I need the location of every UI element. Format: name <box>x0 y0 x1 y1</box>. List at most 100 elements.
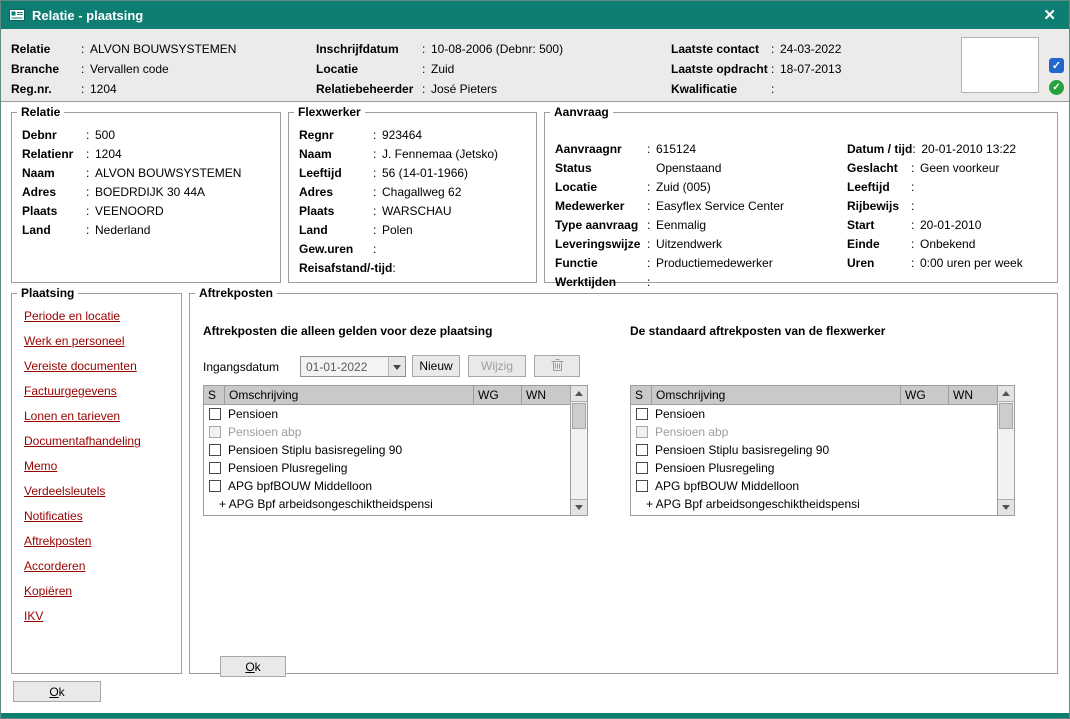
flexwerker-fields: Regnr : 923464 Naam : J. Fennemaa (Jetsk… <box>289 119 536 277</box>
field-value: Productiemedewerker <box>656 256 773 270</box>
aftrekpost-row[interactable]: Pensioen Stiplu basisregeling 90 <box>631 441 997 459</box>
field-value: BOEDRDIJK 30 44A <box>95 185 205 199</box>
field-label: Gew.uren <box>299 242 373 256</box>
aftrekpost-row[interactable]: + APG Bpf arbeidsongeschiktheidspensi <box>631 495 997 513</box>
plaatsing-nav-link[interactable]: Accorderen <box>24 559 85 573</box>
plaatsing-nav-link[interactable]: Kopiëren <box>24 584 72 598</box>
plaatsing-nav-link[interactable]: Werk en personeel <box>24 334 125 348</box>
field-label: Plaats <box>22 204 86 218</box>
aftrekpost-row[interactable]: Pensioen abp <box>631 423 997 441</box>
field-label: Laatste contact <box>671 42 771 56</box>
field-value: Easyflex Service Center <box>656 199 784 213</box>
plaatsing-aftrekposten-heading: Aftrekposten die alleen gelden voor deze… <box>203 324 492 338</box>
aftrekpost-row[interactable]: APG bpfBOUW Middelloon <box>631 477 997 495</box>
row-checkbox[interactable] <box>636 426 648 438</box>
plaatsing-nav-link[interactable]: Factuurgegevens <box>24 384 117 398</box>
row-checkbox[interactable] <box>209 480 221 492</box>
chevron-down-icon[interactable] <box>388 357 405 376</box>
aftrekpost-row[interactable]: Pensioen <box>204 405 570 423</box>
relatie-plaatsing-window: Relatie - plaatsing ✕ Relatie : ALVON BO… <box>0 0 1070 719</box>
row-checkbox[interactable] <box>636 444 648 456</box>
aftrekpost-row[interactable]: Pensioen Plusregeling <box>204 459 570 477</box>
field-value: 615124 <box>656 142 696 156</box>
field-row: Leeftijd : 56 (14-01-1966) <box>299 163 536 182</box>
blue-checkbox-icon[interactable]: ✓ <box>1049 58 1064 73</box>
field-row: Leeftijd : <box>847 177 1023 196</box>
aftrekpost-row[interactable]: Pensioen <box>631 405 997 423</box>
plaatsing-nav-link[interactable]: Aftrekposten <box>24 534 91 548</box>
row-checkbox[interactable] <box>636 462 648 474</box>
field-label: Naam <box>22 166 86 180</box>
field-row: Medewerker : Easyflex Service Center <box>555 196 784 215</box>
plaatsing-nav-link[interactable]: Documentafhandeling <box>24 434 141 448</box>
scroll-thumb[interactable] <box>572 403 586 429</box>
field-label: Debnr <box>22 128 86 142</box>
vertical-scrollbar[interactable] <box>997 386 1014 515</box>
delete-button[interactable] <box>534 355 580 377</box>
aftrekpost-row[interactable]: APG bpfBOUW Middelloon <box>204 477 570 495</box>
aftrekposten-legend: Aftrekposten <box>195 286 277 300</box>
field-row: Datum / tijd : 20-01-2010 13:22 <box>847 139 1023 158</box>
field-colon: : <box>771 42 780 56</box>
row-checkbox[interactable] <box>209 462 221 474</box>
field-value: J. Fennemaa (Jetsko) <box>382 147 498 161</box>
aftrekpost-name: Pensioen <box>655 407 901 421</box>
table-body: Pensioen Pensioen abp Pensioen Stipl <box>204 405 570 515</box>
window-bottom-accent <box>1 713 1069 718</box>
vertical-scrollbar[interactable] <box>570 386 587 515</box>
scroll-up-icon[interactable] <box>571 386 587 402</box>
row-checkbox[interactable] <box>636 408 648 420</box>
green-check-icon[interactable]: ✓ <box>1049 80 1064 95</box>
scroll-up-icon[interactable] <box>998 386 1014 402</box>
field-colon: : <box>86 185 95 199</box>
aftrekpost-row[interactable]: + APG Bpf arbeidsongeschiktheidspensi <box>204 495 570 513</box>
plaatsing-nav-link[interactable]: IKV <box>24 609 43 623</box>
plaatsing-nav-link[interactable]: Memo <box>24 459 57 473</box>
field-value: Openstaand <box>656 161 721 175</box>
field-colon: : <box>86 128 95 142</box>
field-label: Laatste opdracht <box>671 62 771 76</box>
field-colon: : <box>86 166 95 180</box>
dialog-ok-button[interactable]: Ok <box>13 681 101 702</box>
scroll-down-icon[interactable] <box>998 499 1014 515</box>
field-colon: : <box>911 256 920 270</box>
field-value: Eenmalig <box>656 218 706 232</box>
ingangsdatum-select[interactable]: 01-01-2022 <box>300 356 406 377</box>
row-checkbox[interactable] <box>209 408 221 420</box>
aftrekpost-row[interactable]: Pensioen abp <box>204 423 570 441</box>
aftrekposten-ok-button[interactable]: Ok <box>220 656 286 677</box>
aanvraag-fields-right: Datum / tijd : 20-01-2010 13:22 Geslacht… <box>847 139 1023 272</box>
plaatsing-nav-link[interactable]: Lonen en tarieven <box>24 409 120 423</box>
aftrekpost-name: Pensioen Plusregeling <box>228 461 474 475</box>
field-colon: : <box>911 161 920 175</box>
field-label: Aanvraagnr <box>555 142 647 156</box>
scroll-down-icon[interactable] <box>571 499 587 515</box>
aftrekpost-name: Pensioen Stiplu basisregeling 90 <box>655 443 901 457</box>
scroll-thumb[interactable] <box>999 403 1013 429</box>
row-checkbox[interactable] <box>209 426 221 438</box>
field-label: Uren <box>847 256 911 270</box>
field-colon: : <box>422 82 431 96</box>
field-colon: : <box>647 199 656 213</box>
close-icon[interactable]: ✕ <box>1038 6 1061 24</box>
button-label: Ok <box>245 660 260 674</box>
plaatsing-nav-link[interactable]: Vereiste documenten <box>24 359 137 373</box>
relation-card-icon <box>9 8 25 22</box>
field-value: Uitzendwerk <box>656 237 722 251</box>
row-checkbox[interactable] <box>636 480 648 492</box>
plaatsing-nav-link[interactable]: Notificaties <box>24 509 83 523</box>
wijzig-button[interactable]: Wijzig <box>468 355 526 377</box>
plaatsing-nav-link[interactable]: Periode en locatie <box>24 309 120 323</box>
nieuw-button[interactable]: Nieuw <box>412 355 460 377</box>
field-value: Polen <box>382 223 413 237</box>
plaatsing-groupbox: Plaatsing Periode en locatie Werk en per… <box>11 286 182 674</box>
relatie-groupbox: Relatie Debnr : 500 Relatienr : 1204 Naa… <box>11 105 281 283</box>
aftrekpost-row[interactable]: Pensioen Plusregeling <box>631 459 997 477</box>
aftrekpost-name: + APG Bpf arbeidsongeschiktheidspensi <box>646 497 901 511</box>
row-checkbox[interactable] <box>209 444 221 456</box>
plaatsing-nav-link[interactable]: Verdeelsleutels <box>24 484 105 498</box>
field-label: Locatie <box>316 62 422 76</box>
aftrekpost-row[interactable]: Pensioen Stiplu basisregeling 90 <box>204 441 570 459</box>
field-value: Chagallweg 62 <box>382 185 461 199</box>
header-field-row: Locatie : Zuid <box>316 59 563 79</box>
